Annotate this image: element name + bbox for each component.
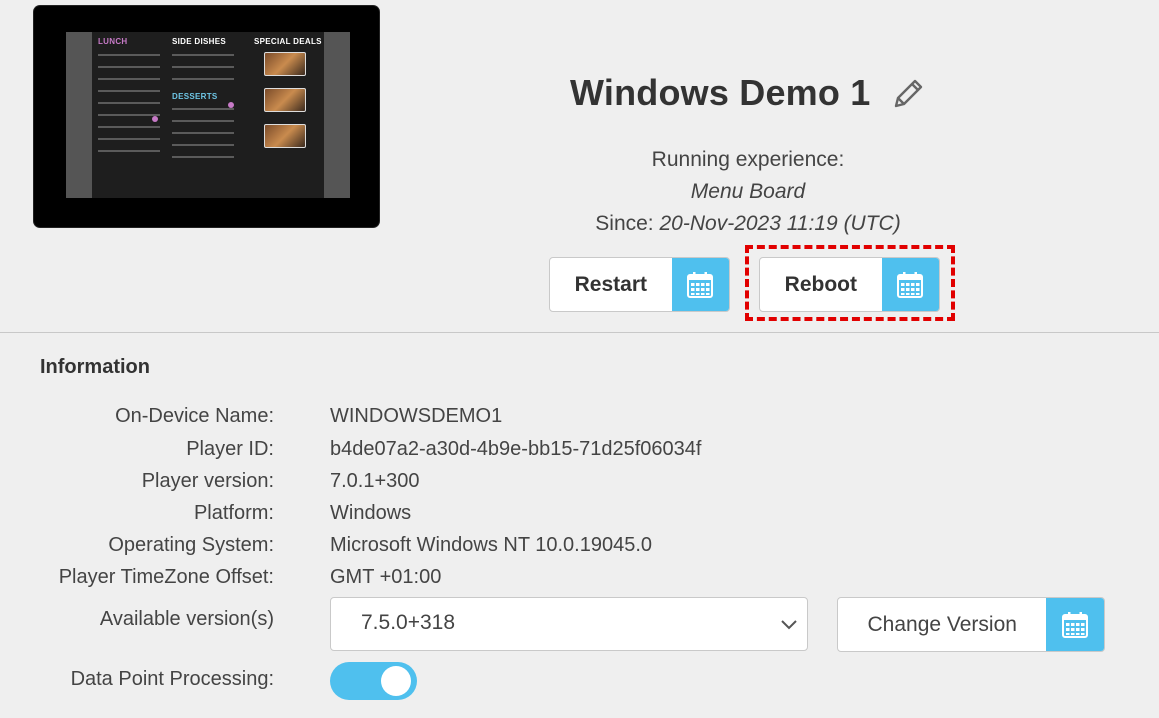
menu-item-line [172, 54, 234, 56]
data-point-processing-label: Data Point Processing: [70, 668, 274, 690]
since-label: Since: [595, 212, 654, 235]
experience-name: Menu Board [690, 180, 806, 203]
change-version-label: Change Version [867, 612, 1017, 636]
running-experience-label: Running experience: [651, 148, 845, 171]
restart-button-label: Restart [574, 272, 647, 296]
section-divider [0, 332, 1159, 333]
menu-item-line [172, 156, 234, 158]
info-value: WINDOWSDEMO1 [330, 405, 503, 427]
pencil-icon[interactable] [890, 76, 926, 112]
menu-heading-special-deals: SPECIAL DEALS [254, 37, 322, 46]
reboot-button-label: Reboot [784, 272, 857, 296]
change-version-button[interactable]: Change Version [837, 597, 1105, 652]
menu-item-line [98, 138, 160, 140]
info-row-timezone-offset: Player TimeZone Offset: GMT +01:00 [0, 566, 1159, 598]
dish-photo [264, 124, 306, 148]
schedule-change-version-button[interactable] [1046, 598, 1104, 651]
info-value: GMT +01:00 [330, 566, 442, 588]
calendar-icon [687, 271, 714, 298]
reboot-button[interactable]: Reboot [759, 257, 940, 312]
info-value: Windows [330, 502, 412, 524]
information-heading: Information [40, 356, 150, 378]
menu-item-line [98, 54, 160, 56]
toggle-knob [381, 666, 411, 696]
schedule-restart-button[interactable] [671, 258, 729, 311]
info-value: 7.0.1+300 [330, 470, 420, 492]
info-label: Player ID: [186, 438, 274, 460]
info-row-operating-system: Operating System: Microsoft Windows NT 1… [0, 534, 1159, 566]
menu-heading-lunch: LUNCH [98, 37, 128, 46]
info-label: Player TimeZone Offset: [58, 566, 274, 588]
version-select[interactable]: 7.5.0+318 [330, 597, 808, 651]
since-value: 20-Nov-2023 11:19 (UTC) [659, 212, 901, 235]
selected-version: 7.5.0+318 [361, 611, 456, 634]
menu-item-line [98, 126, 160, 128]
device-title-row: Windows Demo 1 [0, 66, 1159, 122]
available-versions-label: Available version(s) [99, 608, 274, 630]
calendar-icon [1062, 611, 1089, 638]
info-value: b4de07a2-a30d-4b9e-bb15-71d25f06034f [330, 438, 702, 460]
schedule-reboot-button[interactable] [881, 258, 939, 311]
menu-item-line [98, 150, 160, 152]
menu-item-line [172, 144, 234, 146]
chevron-down-icon [781, 620, 797, 630]
info-label: Player version: [141, 470, 274, 492]
menu-heading-side-dishes: SIDE DISHES [172, 37, 226, 46]
restart-button[interactable]: Restart [549, 257, 730, 312]
info-row-on-device-name: On-Device Name: WINDOWSDEMO1 [0, 405, 1159, 437]
menu-item-line [172, 132, 234, 134]
info-row-data-point-processing: Data Point Processing: [0, 668, 1159, 700]
info-row-player-version: Player version: 7.0.1+300 [0, 470, 1159, 502]
info-label: On-Device Name: [115, 405, 274, 427]
since-line: Since: 20-Nov-2023 11:19 (UTC) [548, 208, 948, 240]
device-name-title: Windows Demo 1 [570, 72, 871, 113]
data-point-processing-toggle[interactable] [330, 662, 417, 700]
calendar-icon [897, 271, 924, 298]
running-experience-info: Running experience: Menu Board Since: 20… [548, 144, 948, 240]
info-label: Platform: [193, 502, 274, 524]
info-row-platform: Platform: Windows [0, 502, 1159, 534]
info-label: Operating System: [108, 534, 274, 556]
info-row-player-id: Player ID: b4de07a2-a30d-4b9e-bb15-71d25… [0, 438, 1159, 470]
info-value: Microsoft Windows NT 10.0.19045.0 [330, 534, 653, 556]
